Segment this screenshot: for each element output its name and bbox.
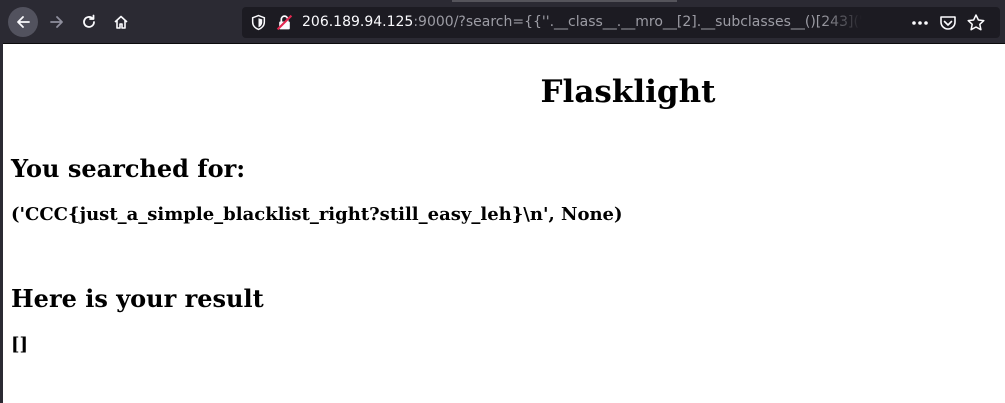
back-arrow-icon <box>17 16 30 28</box>
result-heading: Here is your result <box>11 284 264 313</box>
url-text[interactable]: 206.189.94.125:9000/?search={{''.__class… <box>302 7 862 38</box>
more-dots-icon[interactable] <box>910 13 930 33</box>
forward-button[interactable] <box>42 7 72 37</box>
shield-icon[interactable] <box>250 14 267 31</box>
tab-strip-edge <box>452 0 677 2</box>
reload-button[interactable] <box>74 7 104 37</box>
url-bar[interactable]: 206.189.94.125:9000/?search={{''.__class… <box>242 7 1000 38</box>
home-button[interactable] <box>106 7 136 37</box>
url-path: :9000/?search={{''.__class__.__mro__[2].… <box>413 14 862 30</box>
home-icon <box>114 15 128 29</box>
browser-toolbar: 206.189.94.125:9000/?search={{''.__class… <box>0 0 1005 43</box>
forward-arrow-icon <box>50 16 63 28</box>
search-value: ('CCC{just_a_simple_blacklist_right?stil… <box>11 204 623 225</box>
pocket-icon[interactable] <box>938 13 958 33</box>
search-heading: You searched for: <box>11 154 246 183</box>
star-icon[interactable] <box>966 13 986 33</box>
insecure-lock-icon[interactable] <box>276 14 293 31</box>
reload-icon <box>83 14 95 28</box>
result-value: [] <box>11 334 29 355</box>
page-title: Flasklight <box>540 74 716 110</box>
url-host: 206.189.94.125 <box>302 14 414 30</box>
back-button[interactable] <box>8 7 38 37</box>
page-content: Flasklight You searched for: ('CCC{just_… <box>0 44 1005 403</box>
url-fade <box>822 7 862 38</box>
